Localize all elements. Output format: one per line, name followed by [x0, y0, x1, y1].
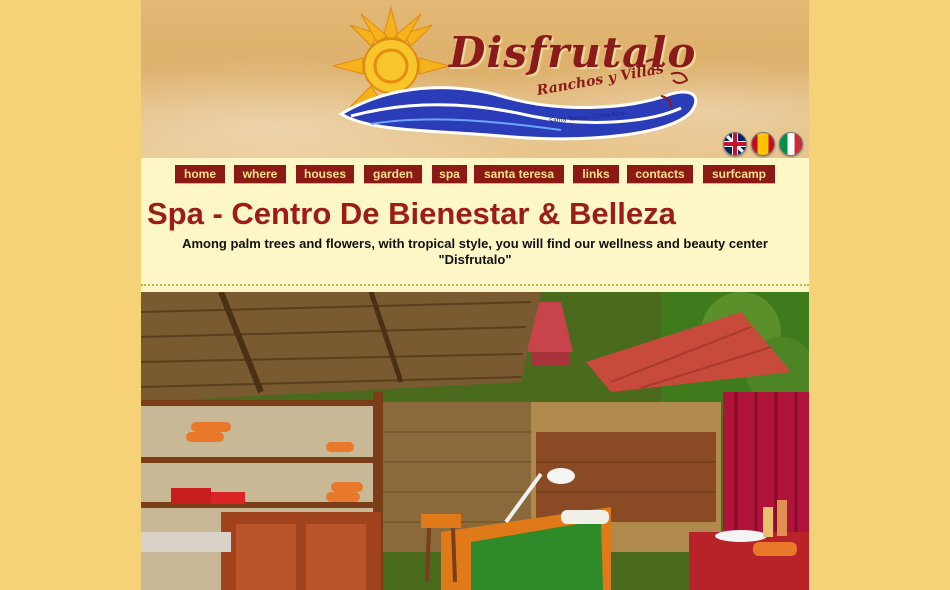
nav-houses[interactable]: houses	[296, 165, 354, 183]
disfrutalo-logo[interactable]	[331, 4, 721, 154]
nav-where[interactable]: where	[234, 165, 286, 183]
nav-surfcamp[interactable]: surfcamp	[703, 165, 775, 183]
nav-santa-teresa[interactable]: santa teresa	[474, 165, 564, 183]
nav-garden[interactable]: garden	[364, 165, 422, 183]
italy-flag-icon[interactable]	[779, 132, 803, 156]
nav-home[interactable]: home	[175, 165, 225, 183]
page-container: Disfrutalo Ranchos y Villas Santa Teresa…	[141, 0, 809, 590]
content-section: Spa - Centro De Bienestar & Belleza Amon…	[141, 188, 809, 286]
spain-flag-icon[interactable]	[751, 132, 775, 156]
spa-photo	[141, 292, 809, 590]
nav-contacts[interactable]: contacts	[627, 165, 693, 183]
language-selector	[723, 132, 803, 156]
intro-text: Among palm trees and flowers, with tropi…	[182, 236, 768, 267]
nav-links[interactable]: links	[573, 165, 619, 183]
site-header: Disfrutalo Ranchos y Villas Santa Teresa…	[141, 0, 809, 158]
nav-spa[interactable]: spa	[432, 165, 467, 183]
main-nav: home where houses garden spa santa teres…	[141, 158, 809, 188]
uk-flag-icon[interactable]	[723, 132, 747, 156]
page-title: Spa - Centro De Bienestar & Belleza	[147, 196, 676, 231]
